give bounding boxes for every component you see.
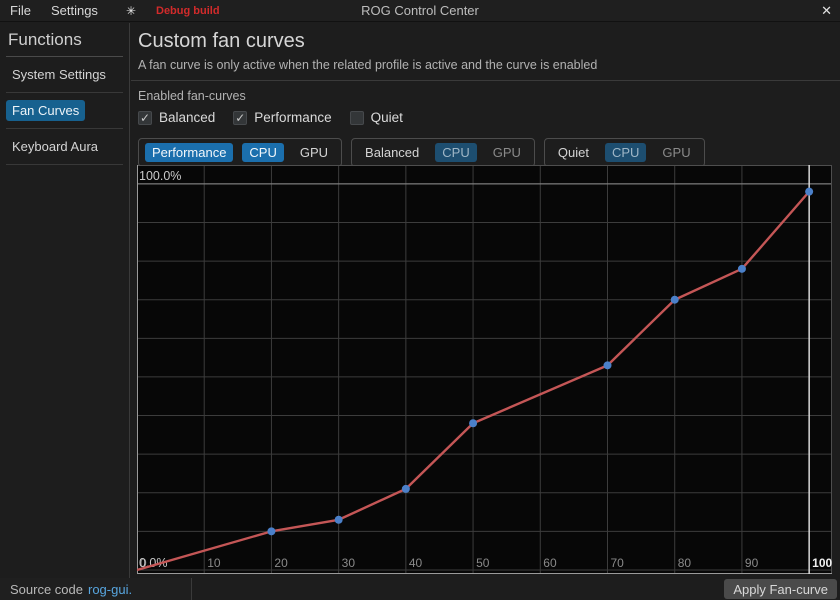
footer: Source code rog-gui. Apply Fan-curve [0, 578, 840, 600]
sidebar-item-system-settings[interactable]: System Settings [6, 64, 112, 85]
rog-control-center-window: File Settings ✳ Debug build ROG Control … [0, 0, 840, 600]
tab-balanced[interactable]: Balanced [358, 143, 426, 162]
svg-text:40: 40 [409, 556, 423, 570]
profile-tab-row: Performance CPU GPU Balanced CPU GPU Qui… [138, 138, 832, 167]
tabgroup-performance: Performance CPU GPU [138, 138, 342, 167]
tab-quiet-gpu[interactable]: GPU [655, 143, 697, 162]
svg-text:20: 20 [274, 556, 288, 570]
divider [131, 80, 840, 81]
sidebar-item-keyboard-aura[interactable]: Keyboard Aura [6, 136, 104, 157]
apply-fan-curve-button[interactable]: Apply Fan-curve [724, 579, 837, 599]
source-code-box: Source code rog-gui. [0, 578, 192, 600]
svg-text:60: 60 [543, 556, 557, 570]
tab-quiet-cpu[interactable]: CPU [605, 143, 646, 162]
sun-icon[interactable]: ✳ [126, 4, 136, 18]
svg-text:80: 80 [678, 556, 692, 570]
close-icon[interactable]: ✕ [821, 0, 832, 22]
source-code-label: Source code [10, 582, 83, 597]
tab-performance[interactable]: Performance [145, 143, 233, 162]
debug-build-badge: Debug build [156, 5, 220, 17]
svg-text:30: 30 [342, 556, 356, 570]
svg-text:90: 90 [745, 556, 759, 570]
tab-balanced-gpu[interactable]: GPU [486, 143, 528, 162]
svg-text:70: 70 [611, 556, 625, 570]
page-title: Custom fan curves [138, 30, 832, 53]
fan-curve-chart[interactable]: 0102030405060708090100100.0%0.0% [137, 165, 832, 574]
titlebar: File Settings ✳ Debug build ROG Control … [0, 0, 840, 22]
tab-performance-cpu[interactable]: CPU [242, 143, 283, 162]
checkbox-label: Balanced [159, 110, 215, 125]
svg-text:10: 10 [207, 556, 221, 570]
menu-settings[interactable]: Settings [41, 3, 108, 18]
sidebar-item-fan-curves[interactable]: Fan Curves [6, 100, 85, 121]
tabgroup-quiet: Quiet CPU GPU [544, 138, 705, 167]
menu-file[interactable]: File [0, 3, 41, 18]
checkbox-icon[interactable]: ✓ [138, 111, 152, 125]
svg-text:100.0%: 100.0% [139, 169, 181, 183]
tab-balanced-cpu[interactable]: CPU [435, 143, 476, 162]
divider [6, 164, 123, 165]
page-subtitle: A fan curve is only active when the rela… [138, 58, 832, 72]
tab-performance-gpu[interactable]: GPU [293, 143, 335, 162]
svg-text:50: 50 [476, 556, 490, 570]
tabgroup-balanced: Balanced CPU GPU [351, 138, 535, 167]
checkbox-icon[interactable] [350, 111, 364, 125]
checkbox-label: Performance [254, 110, 331, 125]
enabled-fan-curves-label: Enabled fan-curves [138, 89, 832, 103]
checkbox-label: Quiet [371, 110, 403, 125]
enabled-checkbox-row: ✓ Balanced ✓ Performance Quiet [138, 110, 832, 125]
sidebar-header: Functions [6, 28, 123, 56]
sidebar: Functions System Settings Fan Curves Key… [0, 23, 130, 578]
checkbox-icon[interactable]: ✓ [233, 111, 247, 125]
checkbox-performance[interactable]: ✓ Performance [233, 110, 331, 125]
svg-text:100: 100 [812, 556, 832, 570]
checkbox-balanced[interactable]: ✓ Balanced [138, 110, 215, 125]
rog-gui-link[interactable]: rog-gui. [88, 582, 132, 597]
checkbox-quiet[interactable]: Quiet [350, 110, 403, 125]
tab-quiet[interactable]: Quiet [551, 143, 596, 162]
